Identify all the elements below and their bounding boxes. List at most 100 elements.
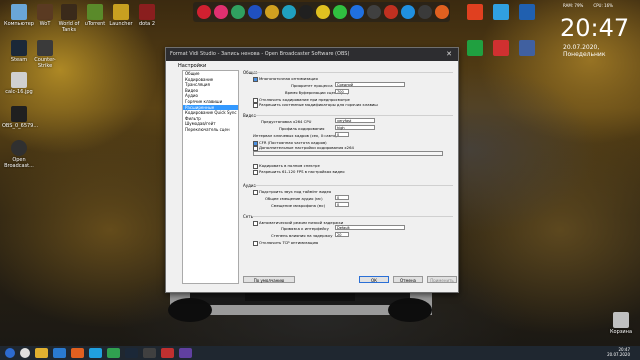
app-icon (467, 4, 483, 20)
checkbox-box (253, 240, 258, 246)
app-taskbar-icon[interactable] (179, 348, 192, 358)
dock-app-icon[interactable] (299, 5, 313, 19)
checkbox-box (253, 169, 258, 175)
advanced-settings-panel: Общие Многопоточная оптимизация Приорите… (241, 68, 457, 283)
ie-icon[interactable] (53, 348, 66, 358)
obs-taskbar-icon[interactable] (143, 348, 156, 358)
full-color-checkbox[interactable]: Кодировать в полном спектре (253, 163, 320, 169)
dock-app-icon[interactable] (265, 5, 279, 19)
latency-input[interactable]: 20 (335, 232, 349, 237)
preset-select[interactable]: veryfast (335, 118, 375, 123)
media-icon[interactable] (71, 348, 84, 358)
desktop-icon-label: Counter-Strike (34, 57, 56, 69)
checkbox-box (253, 189, 258, 195)
disable-tcp-checkbox[interactable]: Отключить TCP оптимизацию (253, 240, 318, 246)
settings-window: Format Vidi Studio - Запись ненова - Ope… (165, 47, 459, 293)
dock-app-icon[interactable] (384, 5, 398, 19)
section-divider (253, 115, 453, 116)
section-network: Сеть (243, 214, 253, 219)
cancel-button[interactable]: Отмена (393, 276, 423, 283)
skype-icon[interactable] (89, 348, 102, 358)
allow-modifiers-checkbox[interactable]: Разрешить системные модификаторы для гор… (253, 102, 378, 108)
dock-app-icon[interactable] (282, 5, 296, 19)
window-titlebar[interactable]: Format Vidi Studio - Запись ненова - Ope… (166, 48, 458, 61)
profile-label: Профиль кодирования (279, 126, 325, 131)
nav-item-scene-switcher[interactable]: Переключатель сцен (183, 127, 238, 133)
custom-x264-checkbox[interactable]: Дополнительные настройки кодирования x26… (253, 145, 354, 151)
desktop-icon-right[interactable] (510, 40, 544, 57)
desktop-icon-image-file[interactable]: calc-16.jpg (2, 72, 36, 95)
dock-app-icon[interactable] (197, 5, 211, 19)
dock-app-icon[interactable] (231, 5, 245, 19)
nav-item-quicksync[interactable]: Кодирование Quick Sync (183, 110, 238, 116)
desktop-icon-dota[interactable]: dota 2 (130, 4, 164, 27)
tray-clock[interactable]: 20:47 20.07.2020 (607, 347, 630, 357)
desktop: Компьютер WoT World of Tanks uTorrent La… (0, 0, 640, 360)
steam-taskbar-icon[interactable] (125, 348, 138, 358)
image-file-icon (11, 72, 27, 88)
apply-button[interactable]: Применить (427, 276, 457, 283)
app-taskbar-icon[interactable] (161, 348, 174, 358)
settings-nav: Общие Кодирование Трансляция Видео Аудио… (182, 70, 239, 284)
wot-icon (37, 4, 53, 20)
desktop-icon-obs-file[interactable]: OBS_0_6579... (2, 106, 38, 129)
desktop-icon-recycle-bin[interactable]: Корзина (604, 312, 638, 335)
checkbox-label: Разрешить 61-120 FPS в настройках видео (259, 169, 345, 174)
custom-x264-input[interactable] (253, 151, 443, 156)
dock-app-icon[interactable] (367, 5, 381, 19)
dock-app-icon[interactable] (333, 5, 347, 19)
defaults-button[interactable]: По умолчанию (243, 276, 295, 283)
desktop-icon-right[interactable] (510, 4, 544, 21)
mic-offset-input[interactable]: 0 (335, 202, 349, 207)
dock-app-icon[interactable] (214, 5, 228, 19)
recycle-bin-icon (613, 312, 629, 328)
allow-120fps-checkbox[interactable]: Разрешить 61-120 FPS в настройках видео (253, 169, 345, 175)
checkbox-box (253, 220, 258, 226)
checkbox-label: Разрешить системные модификаторы для гор… (259, 102, 378, 107)
keyframe-input[interactable]: 0 (335, 132, 349, 137)
desktop-icon-label: dota 2 (138, 21, 156, 27)
yandex-icon[interactable] (20, 348, 30, 358)
checkbox-label: Многопоточная оптимизация (259, 76, 318, 81)
close-icon[interactable]: ✕ (440, 48, 458, 61)
buffer-input[interactable]: 700 (335, 89, 349, 94)
desktop-icon-counter-strike[interactable]: Counter-Strike (28, 40, 62, 69)
ok-button[interactable]: ОК (359, 276, 389, 283)
system-stats: RAM: 79% CPU: 16% (563, 3, 613, 8)
start-icon[interactable] (5, 348, 15, 358)
checkbox-box (253, 163, 258, 169)
counter-strike-icon (37, 40, 53, 56)
obs-icon (11, 140, 27, 156)
chrome-icon[interactable] (107, 348, 120, 358)
multithread-checkbox[interactable]: Многопоточная оптимизация (253, 76, 318, 82)
dock-app-icon[interactable] (435, 5, 449, 19)
sync-timestamps-checkbox[interactable]: Подстроить звук под таймінг видео (253, 189, 331, 195)
latency-label: Степень влияния на задержку (271, 233, 333, 238)
audio-offset-input[interactable]: 0 (335, 195, 349, 200)
mic-offset-label: Смещение микрофона (мс) (271, 203, 326, 208)
checkbox-label: Дополнительные настройки кодирования x26… (259, 145, 354, 150)
explorer-icon[interactable] (35, 348, 48, 358)
clock-widget: 20:47 (560, 14, 630, 42)
priority-label: Приоритет процесса (291, 83, 333, 88)
bind-interface-label: Привязка к интерфейсу (281, 226, 329, 231)
bind-interface-select[interactable]: Default (335, 225, 405, 230)
checkbox-label: Кодировать в полном спектре (259, 163, 320, 168)
app-icon (493, 4, 509, 20)
dock-app-icon[interactable] (401, 5, 415, 19)
app-icon (519, 40, 535, 56)
dock-app-icon[interactable] (350, 5, 364, 19)
dock-app-icon[interactable] (316, 5, 330, 19)
checkbox-label: Подстроить звук под таймінг видео (259, 189, 332, 194)
computer-icon (11, 4, 27, 20)
desktop-icon-obs[interactable]: Open Broadcast... (2, 140, 36, 169)
profile-select[interactable]: high (335, 125, 375, 130)
launcher-icon (113, 4, 129, 20)
audio-offset-label: Общее смещение аудио (мс) (265, 196, 323, 201)
low-latency-checkbox[interactable]: Автоматический режим низкой задержки (253, 220, 343, 226)
priority-select[interactable]: Средний (335, 82, 405, 87)
utorrent-icon (87, 4, 103, 20)
app-icon (519, 4, 535, 20)
dock-app-icon[interactable] (418, 5, 432, 19)
dock-app-icon[interactable] (248, 5, 262, 19)
